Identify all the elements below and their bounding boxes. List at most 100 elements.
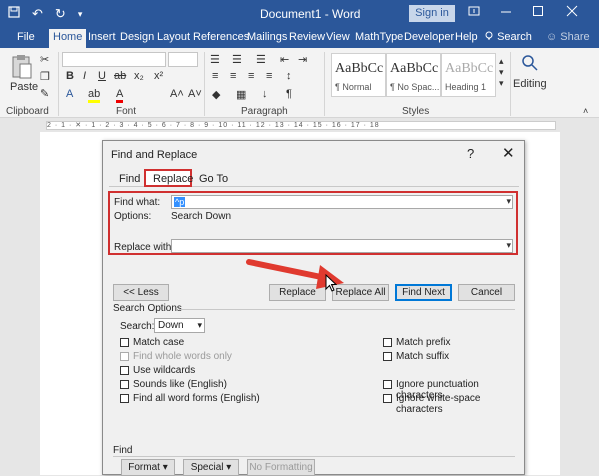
redo-icon[interactable]: ↻ [55, 6, 66, 22]
search-options-header: Search Options [113, 303, 182, 314]
show-formatting-icon[interactable]: ¶ [286, 88, 292, 100]
styles-scroll-icon[interactable]: ▴ ▾ ▾ [499, 56, 504, 89]
cancel-button[interactable]: Cancel [458, 284, 515, 301]
mouse-pointer-icon [325, 274, 337, 292]
numbering-icon[interactable]: ☰ [232, 53, 242, 66]
strikethrough-icon[interactable]: ab [114, 70, 126, 82]
decrease-indent-icon[interactable]: ⇤ [280, 53, 289, 66]
superscript-icon[interactable]: x² [154, 70, 163, 82]
multilevel-list-icon[interactable]: ☰ [256, 53, 266, 66]
justify-icon[interactable]: ≡ [266, 70, 272, 82]
align-left-icon[interactable]: ≡ [212, 70, 218, 82]
match-suffix-checkbox[interactable] [383, 352, 392, 361]
shading-icon[interactable]: ◆ [212, 88, 220, 101]
chevron-down-icon[interactable]: ▾ [197, 320, 202, 331]
tab-insert[interactable]: Insert [88, 31, 116, 43]
font-size-box[interactable] [168, 52, 198, 67]
tab-references[interactable]: References [193, 31, 249, 43]
text-effects-icon[interactable]: A [66, 88, 73, 100]
tab-file[interactable]: File [17, 31, 35, 43]
format-painter-icon[interactable]: ✎ [40, 87, 49, 100]
search-direction-select[interactable]: Down ▾ [154, 318, 205, 333]
subscript-icon[interactable]: x₂ [134, 70, 144, 82]
tab-help[interactable]: Help [455, 31, 478, 43]
paste-label[interactable]: Paste [10, 81, 38, 93]
minimize-icon[interactable] [500, 5, 512, 20]
font-name-box[interactable] [62, 52, 166, 67]
increase-indent-icon[interactable]: ⇥ [298, 53, 307, 66]
underline-icon[interactable]: U [98, 70, 106, 82]
tab-home[interactable]: Home [49, 29, 87, 48]
match-prefix-checkbox[interactable] [383, 338, 392, 347]
italic-icon[interactable]: I [83, 70, 86, 82]
find-next-button[interactable]: Find Next [395, 284, 452, 301]
format-button[interactable]: Format ▾ [121, 459, 175, 476]
wildcards-checkbox[interactable] [120, 366, 129, 375]
special-button[interactable]: Special ▾ [183, 459, 239, 476]
options-value: Search Down [171, 211, 232, 222]
tab-goto[interactable]: Go To [199, 173, 228, 185]
bold-icon[interactable]: B [66, 70, 74, 82]
no-formatting-button[interactable]: No Formatting [247, 459, 315, 476]
find-section-header: Find [113, 445, 133, 456]
tell-me-search[interactable]: Search [484, 31, 532, 43]
close-icon[interactable]: ✕ [502, 144, 515, 162]
sort-icon[interactable]: ↓ [262, 88, 268, 100]
share-button[interactable]: ☺ Share [546, 31, 590, 43]
tab-view[interactable]: View [326, 31, 350, 43]
ruler: 2 · 1 · ✕ · 1 · 2 · 3 · 4 · 5 · 6 · 7 · … [0, 118, 599, 132]
chevron-down-icon[interactable]: ▾ [506, 240, 511, 251]
match-case-checkbox[interactable] [120, 338, 129, 347]
borders-icon[interactable]: ▦ [236, 88, 246, 101]
tab-review[interactable]: Review [289, 31, 325, 43]
close-window-icon[interactable] [566, 5, 578, 20]
help-icon[interactable]: ? [467, 146, 474, 161]
tab-replace[interactable]: Replace [153, 173, 193, 185]
tab-mathtype[interactable]: MathType [355, 31, 403, 43]
chevron-down-icon[interactable]: ▾ [506, 196, 511, 207]
sign-in-button[interactable]: Sign in [409, 5, 455, 22]
ribbon-display-options-icon[interactable] [468, 5, 480, 20]
style-normal[interactable]: AaBbCc ¶ Normal [331, 53, 386, 97]
sounds-like-checkbox[interactable] [120, 380, 129, 389]
editing-label[interactable]: Editing [513, 78, 547, 90]
maximize-icon[interactable] [532, 5, 544, 20]
less-button[interactable]: << Less [113, 284, 169, 301]
find-what-label: Find what: [114, 197, 161, 208]
align-right-icon[interactable]: ≡ [248, 70, 254, 82]
ignore-whitespace-checkbox[interactable] [383, 394, 392, 403]
tab-layout[interactable]: Layout [157, 31, 190, 43]
share-label: Share [560, 31, 590, 43]
style-heading-1[interactable]: AaBbCc Heading 1 [441, 53, 496, 97]
style-no-spacing[interactable]: AaBbCc ¶ No Spac... [386, 53, 441, 97]
save-icon[interactable] [8, 6, 20, 22]
customize-qat-icon[interactable]: ▾ [78, 9, 83, 22]
ribbon-tabs: File Home Insert Design Layout Reference… [0, 28, 599, 48]
undo-icon[interactable]: ↶ [32, 6, 43, 22]
ignore-punctuation-checkbox[interactable] [383, 380, 392, 389]
search-direction-label: Search: [120, 321, 155, 332]
collapse-ribbon-icon[interactable]: ˄ [583, 106, 588, 116]
whole-words-checkbox[interactable] [120, 352, 129, 361]
tab-find[interactable]: Find [119, 173, 140, 185]
align-center-icon[interactable]: ≡ [230, 70, 236, 82]
line-spacing-icon[interactable]: ↕ [286, 70, 292, 82]
tab-developer[interactable]: Developer [404, 31, 454, 43]
tab-design[interactable]: Design [120, 31, 154, 43]
find-magnifier-icon[interactable] [520, 54, 540, 75]
word-forms-checkbox[interactable] [120, 394, 129, 403]
highlight-icon[interactable]: ab [88, 88, 101, 103]
tab-mailings[interactable]: Mailings [247, 31, 287, 43]
person-icon: ☺ [546, 31, 558, 43]
bullets-icon[interactable]: ☰ [210, 53, 220, 66]
cut-icon[interactable]: ✂ [40, 53, 49, 66]
sounds-like-label: Sounds like (English) [133, 379, 227, 390]
group-label-styles: Styles [402, 106, 430, 117]
find-what-input[interactable]: ^p ▾ [171, 195, 513, 209]
shrink-font-icon[interactable]: A˅ [188, 88, 202, 100]
copy-icon[interactable]: ❐ [40, 70, 50, 83]
grow-font-icon[interactable]: A˄ [170, 88, 184, 100]
replace-with-input[interactable]: ▾ [171, 239, 513, 253]
font-color-icon[interactable]: A [116, 88, 124, 103]
paste-icon[interactable] [11, 54, 33, 83]
